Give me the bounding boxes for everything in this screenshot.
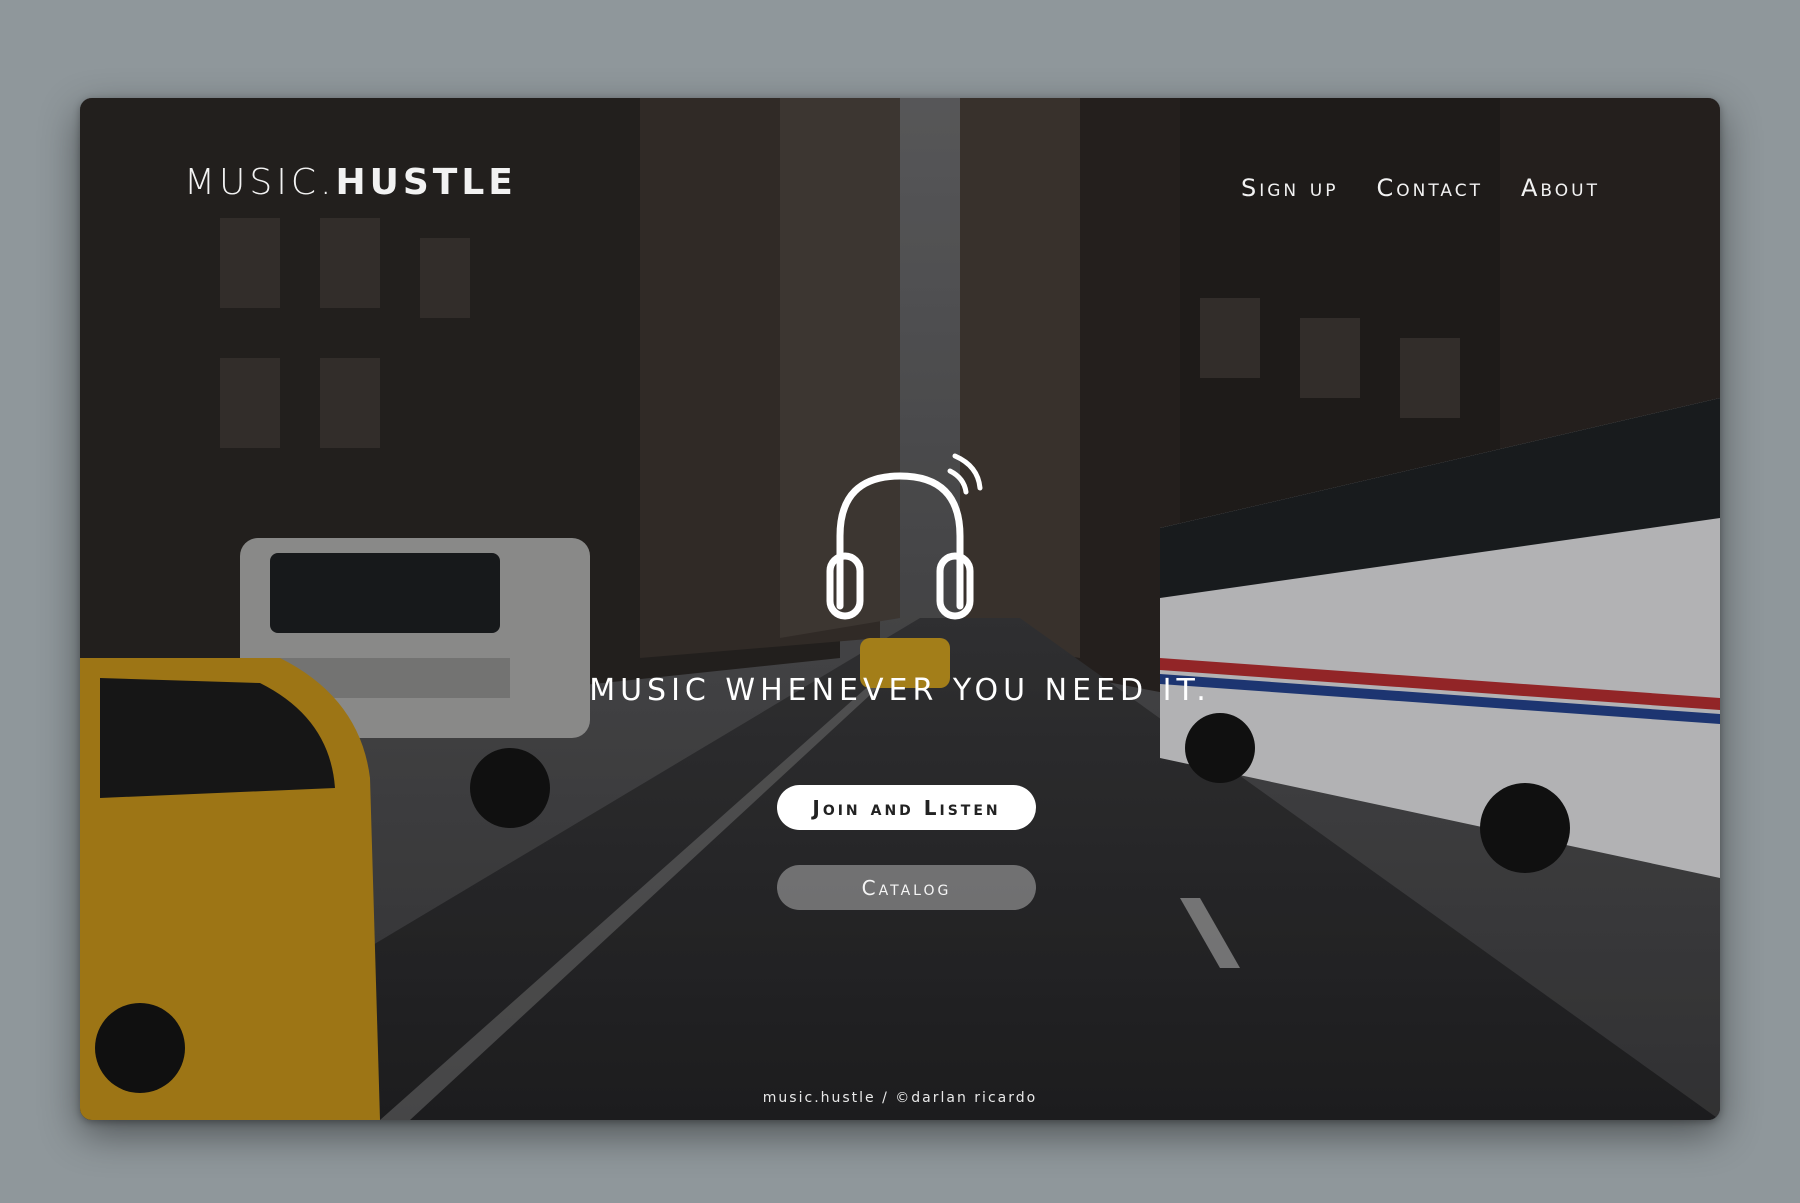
catalog-button[interactable]: Catalog [777, 865, 1036, 910]
nav-about[interactable]: About [1521, 174, 1600, 202]
nav-sign-up[interactable]: Sign up [1241, 174, 1338, 202]
headphones-icon [810, 436, 990, 641]
join-and-listen-button[interactable]: Join and Listen [777, 785, 1036, 830]
logo-prefix: MUSIC. [184, 162, 336, 203]
hero: MUSIC WHENEVER YOU NEED IT. [80, 436, 1720, 708]
main-nav: Sign up Contact About [1241, 174, 1600, 202]
footer-credit: music.hustle / ©darlan ricardo [762, 1090, 1038, 1106]
nav-contact[interactable]: Contact [1376, 174, 1483, 202]
logo[interactable]: MUSIC.HUSTLE [184, 162, 517, 203]
browser-frame: MUSIC.HUSTLE Sign up Contact About MUSIC… [80, 98, 1720, 1120]
hero-tagline: MUSIC WHENEVER YOU NEED IT. [589, 673, 1211, 708]
logo-suffix: HUSTLE [335, 162, 517, 203]
